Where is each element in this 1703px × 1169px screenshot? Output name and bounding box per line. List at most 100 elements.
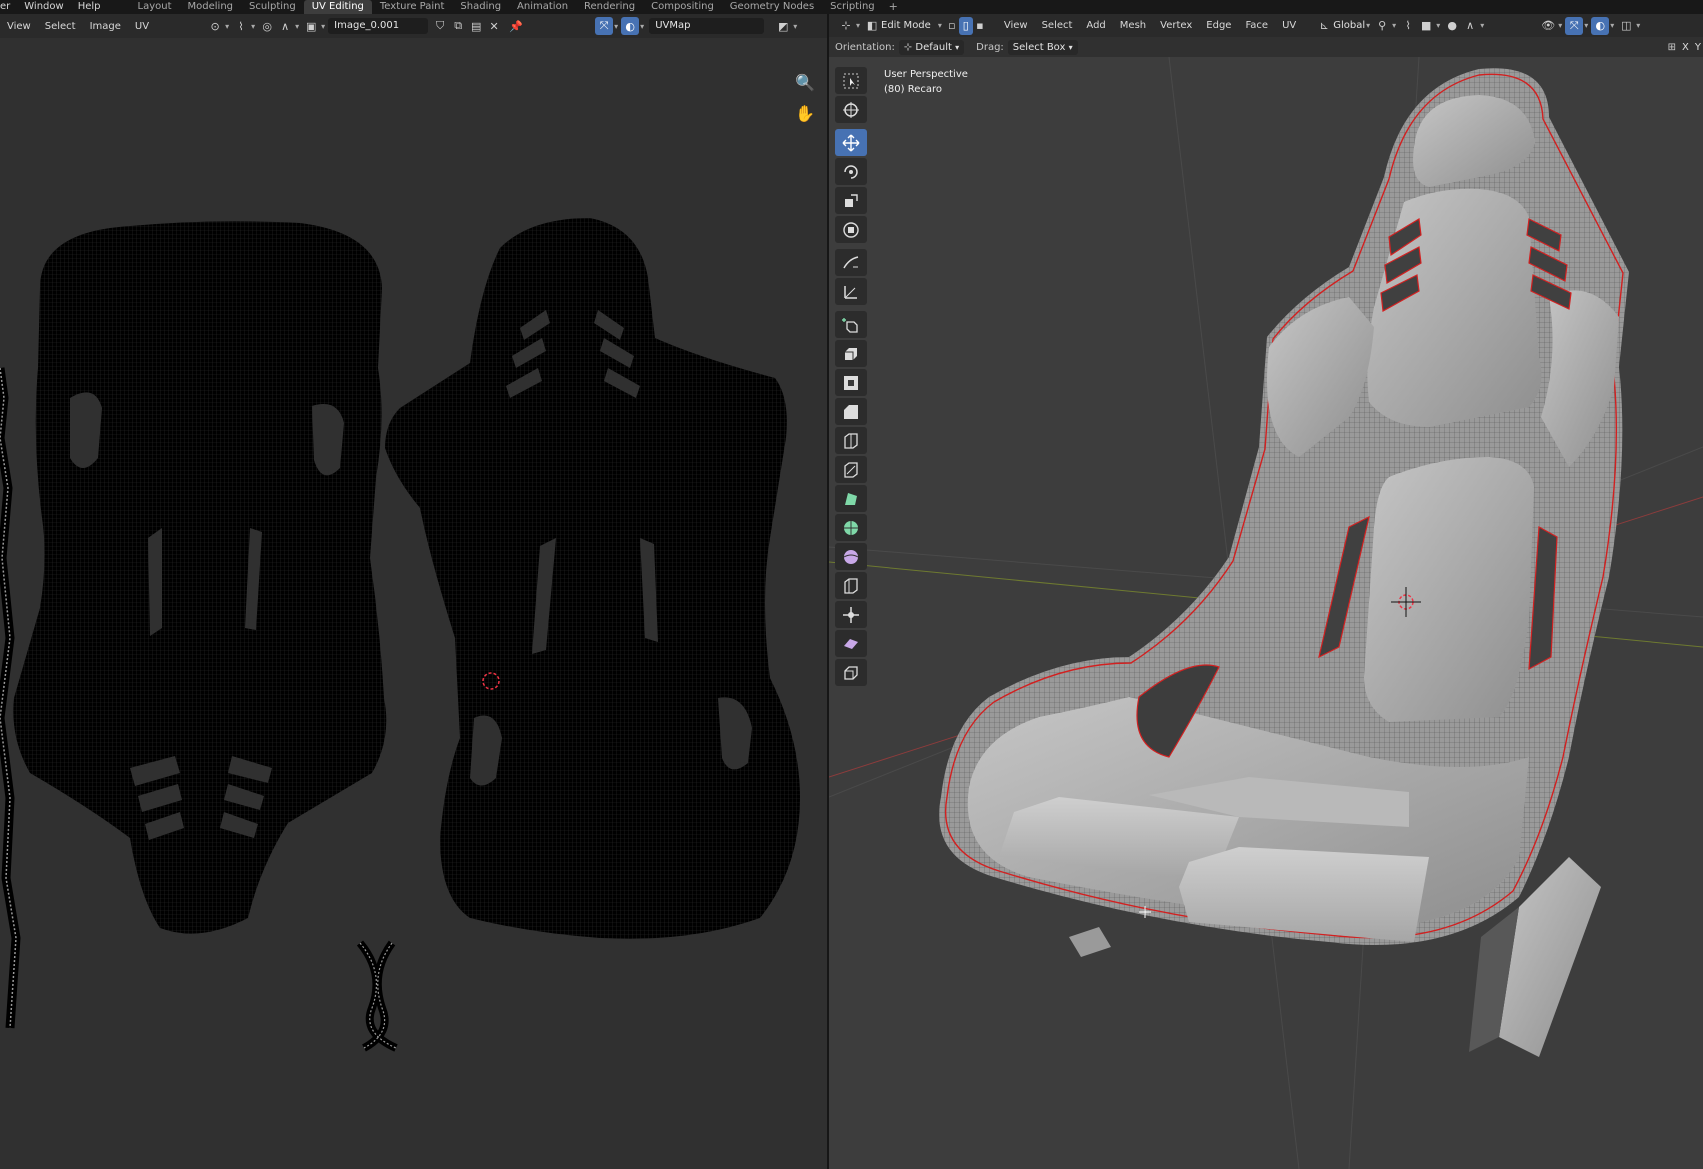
gizmo-toggle-icon[interactable]: ⤧	[595, 17, 614, 35]
vp-menu-edge[interactable]: Edge	[1199, 20, 1238, 31]
axis-y-toggle[interactable]: Y	[1695, 42, 1701, 53]
transform-orientation-dropdown[interactable]: Global	[1333, 20, 1365, 31]
falloff-icon[interactable]: ∧	[1461, 17, 1479, 35]
transform-tool[interactable]	[835, 216, 867, 243]
knife-tool[interactable]	[835, 456, 867, 483]
inset-tool[interactable]	[835, 369, 867, 396]
vp-menu-vertex[interactable]: Vertex	[1153, 20, 1199, 31]
proportional-edit-icon[interactable]: ◎	[258, 17, 276, 35]
uv-island-seat-back[interactable]	[13, 221, 387, 934]
select-box-tool[interactable]	[835, 67, 867, 94]
edge-slide-tool[interactable]	[835, 572, 867, 599]
axis-lock-icon[interactable]: ⊞	[1668, 42, 1676, 53]
add-cube-tool[interactable]	[835, 311, 867, 338]
chevron-down-icon: ▾	[1610, 21, 1615, 30]
menu-help[interactable]: Help	[71, 0, 108, 14]
visibility-icon[interactable]: 👁	[1539, 17, 1557, 35]
new-image-icon[interactable]: ▤	[467, 17, 485, 35]
fake-user-shield-icon[interactable]: ⛉	[431, 17, 449, 35]
tab-modeling[interactable]: Modeling	[180, 0, 242, 14]
mode-dropdown[interactable]: Edit Mode	[881, 20, 931, 31]
vp-menu-face[interactable]: Face	[1238, 20, 1275, 31]
uv-menu-select[interactable]: Select	[38, 21, 83, 32]
shear-tool[interactable]	[835, 630, 867, 657]
editor-type-icon[interactable]: ⊹	[837, 17, 855, 35]
move-tool[interactable]	[835, 129, 867, 156]
rotate-tool[interactable]	[835, 158, 867, 185]
axis-x-toggle[interactable]: X	[1682, 42, 1689, 53]
tab-geometry-nodes[interactable]: Geometry Nodes	[722, 0, 822, 14]
snap-icon[interactable]: ⌇	[1399, 17, 1417, 35]
overlay-toggle-icon[interactable]: ◐	[621, 17, 640, 35]
tab-compositing[interactable]: Compositing	[643, 0, 722, 14]
unlink-image-icon[interactable]: ✕	[485, 17, 503, 35]
tab-scripting[interactable]: Scripting	[822, 0, 882, 14]
cursor-tool[interactable]	[835, 96, 867, 123]
face-select-icon[interactable]: ▪	[973, 17, 987, 35]
orientation-icon: ⊹	[903, 41, 916, 53]
vp-menu-mesh[interactable]: Mesh	[1113, 20, 1153, 31]
viewport-canvas[interactable]	[829, 57, 1703, 1169]
measure-tool[interactable]	[835, 278, 867, 305]
snap-icon[interactable]: ⌇	[232, 17, 250, 35]
menu-window[interactable]: Window	[17, 0, 70, 14]
duplicate-image-icon[interactable]: ⧉	[449, 17, 467, 35]
poly-build-tool[interactable]	[835, 485, 867, 512]
snap-target-icon[interactable]: ■	[1417, 17, 1435, 35]
vp-menu-view[interactable]: View	[997, 20, 1035, 31]
gizmo-toggle-icon[interactable]: ⤧	[1565, 16, 1584, 35]
edge-select-icon[interactable]: ▯	[958, 16, 973, 35]
vp-menu-add[interactable]: Add	[1079, 20, 1112, 31]
tab-uv-editing[interactable]: UV Editing	[303, 0, 372, 14]
mesh-overlay-icon[interactable]: ◫	[1617, 17, 1635, 35]
knife-icon	[844, 461, 858, 478]
extrude-icon	[845, 347, 857, 360]
uv-menu-image[interactable]: Image	[83, 21, 128, 32]
pin-icon[interactable]: 📌	[507, 17, 525, 35]
edge-slide-icon	[844, 577, 858, 594]
zoom-icon[interactable]: 🔍	[792, 69, 818, 95]
shrink-fatten-tool[interactable]	[835, 601, 867, 628]
extrude-tool[interactable]	[835, 340, 867, 367]
vertex-select-icon[interactable]: ▫	[945, 17, 959, 35]
uv-island-seat-front[interactable]	[385, 218, 800, 939]
smooth-tool[interactable]	[835, 543, 867, 570]
vp-menu-select[interactable]: Select	[1035, 20, 1080, 31]
bevel-tool[interactable]	[835, 398, 867, 425]
proportional-edit-icon[interactable]: ●	[1443, 17, 1461, 35]
add-workspace-button[interactable]: +	[883, 0, 904, 14]
menu-edit-truncated[interactable]: er	[0, 0, 17, 14]
transform-orientation-icon[interactable]: ⊾	[1315, 17, 1333, 35]
mode-icon[interactable]: ◧	[863, 17, 881, 35]
drag-dropdown[interactable]: Select Box ▾	[1007, 39, 1078, 55]
move-icon	[842, 134, 860, 151]
tab-texture-paint[interactable]: Texture Paint	[372, 0, 453, 14]
tab-shading[interactable]: Shading	[452, 0, 509, 14]
image-browse-icon[interactable]: ▣	[302, 17, 320, 35]
pan-hand-icon[interactable]: ✋	[792, 100, 818, 126]
chevron-down-icon: ▾	[295, 21, 300, 31]
tab-rendering[interactable]: Rendering	[576, 0, 643, 14]
tab-animation[interactable]: Animation	[509, 0, 576, 14]
uv-menu-view[interactable]: View	[0, 21, 38, 32]
falloff-icon[interactable]: ∧	[276, 17, 294, 35]
display-channels-icon[interactable]: ◩	[774, 17, 792, 35]
smooth-icon	[843, 549, 859, 564]
spin-tool[interactable]	[835, 514, 867, 541]
tab-sculpting[interactable]: Sculpting	[241, 0, 304, 14]
vp-menu-uv[interactable]: UV	[1275, 20, 1303, 31]
pivot-point-icon[interactable]: ⚲	[1373, 17, 1391, 35]
orientation-dropdown[interactable]: ⊹ Default ▾	[898, 39, 965, 55]
annotate-tool[interactable]	[835, 249, 867, 276]
rip-region-tool[interactable]	[835, 659, 867, 686]
uv-canvas[interactable]	[0, 38, 827, 1169]
pivot-icon[interactable]: ⊙	[206, 17, 224, 35]
scale-tool[interactable]	[835, 187, 867, 214]
uv-menu-uv[interactable]: UV	[128, 21, 156, 32]
seat-lumbar-panel[interactable]	[1364, 457, 1534, 722]
image-name-field[interactable]: Image_0.001	[328, 18, 429, 34]
uv-map-field[interactable]: UVMap	[649, 18, 765, 34]
overlay-toggle-icon[interactable]: ◐	[1591, 16, 1610, 35]
tab-layout[interactable]: Layout	[130, 0, 180, 14]
loop-cut-tool[interactable]	[835, 427, 867, 454]
